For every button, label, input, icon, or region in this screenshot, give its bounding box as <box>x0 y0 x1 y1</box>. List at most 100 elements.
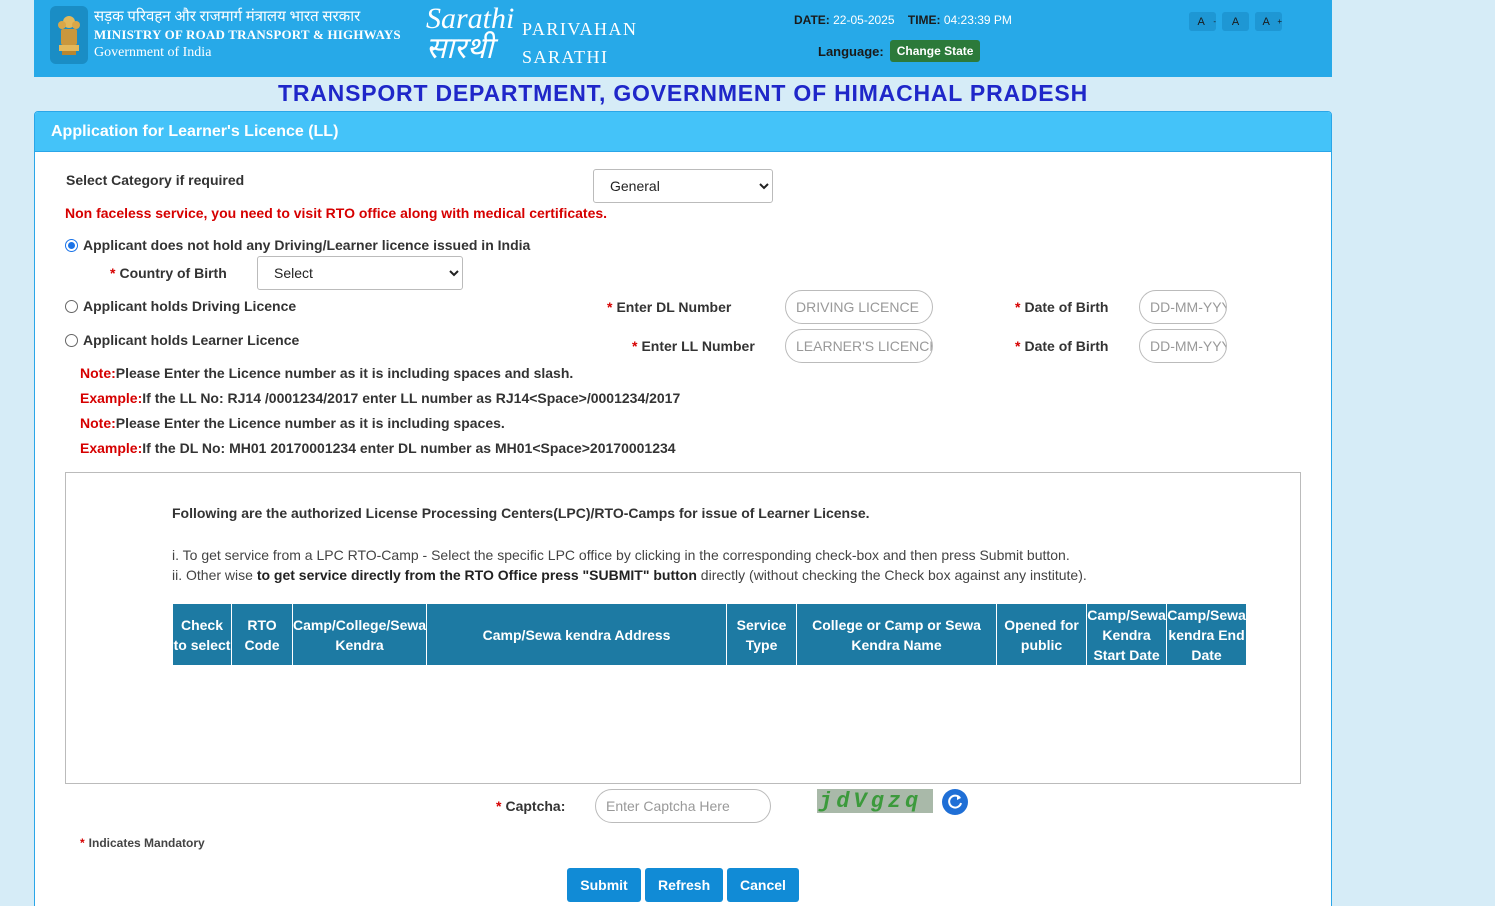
required-mark: * <box>632 338 638 354</box>
cancel-button[interactable]: Cancel <box>727 868 799 902</box>
lpc-table: Check to select RTO Code Camp/College/Se… <box>172 603 1248 666</box>
language-label: Language: <box>818 43 884 59</box>
option-holds-dl-label: Applicant holds Driving Licence <box>83 298 297 314</box>
refresh-captcha-icon[interactable] <box>942 789 968 815</box>
captcha-image: jdVgzq <box>817 789 933 814</box>
required-mark: * <box>496 798 502 814</box>
option-holds-ll[interactable]: Applicant holds Learner Licence <box>65 332 299 348</box>
radio-holds-ll[interactable] <box>65 333 78 347</box>
lpc-table-header-row: Check to select RTO Code Camp/College/Se… <box>172 603 1248 666</box>
note-tag: Example: <box>80 440 143 456</box>
country-of-birth-label: * Country of Birth <box>110 265 227 281</box>
col-kendra-name: College or Camp or Sewa Kendra Name <box>796 603 998 666</box>
faceless-warning: Non faceless service, you need to visit … <box>65 205 608 221</box>
note-line: Example:If the LL No: RJ14 /0001234/2017… <box>80 390 680 406</box>
note-line: Note:Please Enter the Licence number as … <box>80 365 573 381</box>
site-header: सड़क परिवहन और राजमार्ग मंत्रालय भारत सर… <box>34 0 1332 77</box>
language-bar: Language: Change State <box>818 40 981 62</box>
mandatory-note-text: Indicates Mandatory <box>88 836 205 850</box>
captcha-label-text: Captcha: <box>505 798 566 814</box>
national-emblem-icon <box>50 6 88 64</box>
ll-number-text: Enter LL Number <box>641 338 755 354</box>
lpc-instruction-2-prefix: ii. Other wise <box>172 567 257 583</box>
sarathi-logo-hindi: सारथी <box>426 32 494 65</box>
department-title: TRANSPORT DEPARTMENT, GOVERNMENT OF HIMA… <box>278 80 1088 106</box>
captcha-input[interactable]: Enter Captcha Here <box>595 789 771 823</box>
col-start-date: Camp/Sewa Kendra Start Date <box>1086 603 1168 666</box>
time-value: 04:23:39 PM <box>943 13 1012 27</box>
note-text: If the DL No: MH01 20170001234 enter DL … <box>142 440 676 456</box>
dl-dob-text: Date of Birth <box>1024 299 1109 315</box>
radio-holds-dl[interactable] <box>65 299 78 313</box>
refresh-button[interactable]: Refresh <box>645 868 723 902</box>
required-mark: * <box>1015 338 1021 354</box>
lpc-instructions: i. To get service from a LPC RTO-Camp - … <box>172 545 1087 585</box>
note-tag: Note: <box>80 415 116 431</box>
category-select[interactable]: General <box>593 169 773 203</box>
option-no-licence-label: Applicant does not hold any Driving/Lear… <box>83 237 531 253</box>
lpc-instruction-2-suffix: directly (without checking the Check box… <box>696 567 1087 583</box>
lpc-instruction-2-bold: to get service directly from the RTO Off… <box>256 567 697 583</box>
ll-dob-text: Date of Birth <box>1024 338 1109 354</box>
country-of-birth-text: Country of Birth <box>119 265 227 281</box>
ministry-english: MINISTRY OF ROAD TRANSPORT & HIGHWAYS <box>94 27 401 42</box>
font-increase-button[interactable]: A + <box>1255 12 1282 31</box>
note-tag: Note: <box>80 365 116 381</box>
col-check: Check to select <box>172 603 232 666</box>
font-normal-button[interactable]: A <box>1222 12 1249 31</box>
option-holds-ll-label: Applicant holds Learner Licence <box>83 332 300 348</box>
ministry-hindi: सड़क परिवहन और राजमार्ग मंत्रालय भारत सर… <box>94 9 361 25</box>
dl-dob-input[interactable]: DD-MM-YYYY <box>1139 290 1227 324</box>
font-increase-sign: + <box>1277 17 1282 26</box>
ministry-name: सड़क परिवहन और राजमार्ग मंत्रालय भारत सर… <box>94 8 401 62</box>
ll-number-label: * Enter LL Number <box>632 338 755 354</box>
col-opened-public: Opened for public <box>996 603 1088 666</box>
lpc-title: Following are the authorized License Pro… <box>172 505 870 521</box>
ll-dob-label: * Date of Birth <box>1015 338 1108 354</box>
submit-button[interactable]: Submit <box>567 868 641 902</box>
country-of-birth-select[interactable]: Select <box>257 256 463 290</box>
date-label: DATE: <box>794 13 830 27</box>
col-address: Camp/Sewa kendra Address <box>426 603 728 666</box>
font-decrease-label: A <box>1189 12 1214 31</box>
col-end-date: Camp/Sewa kendra End Date <box>1166 603 1248 666</box>
note-tag: Example: <box>80 390 143 406</box>
col-service-type: Service Type <box>726 603 798 666</box>
note-text: If the LL No: RJ14 /0001234/2017 enter L… <box>142 390 681 406</box>
date-time: DATE: 22-05-2025 TIME: 04:23:39 PM <box>794 13 1012 27</box>
ll-number-input[interactable]: LEARNER'S LICENCE <box>785 329 933 363</box>
change-state-button[interactable]: Change State <box>889 40 981 62</box>
note-text: Please Enter the Licence number as it is… <box>115 415 505 431</box>
note-line: Example:If the DL No: MH01 20170001234 e… <box>80 440 676 456</box>
dl-number-text: Enter DL Number <box>616 299 732 315</box>
radio-no-licence[interactable] <box>65 238 78 252</box>
mandatory-note: * Indicates Mandatory <box>80 836 205 850</box>
required-mark: * <box>607 299 613 315</box>
dl-number-label: * Enter DL Number <box>607 299 731 315</box>
font-decrease-sign: - <box>1213 17 1216 26</box>
sarathi-logo: Sarathi सारथी <box>426 4 518 68</box>
font-increase-label: A <box>1255 12 1278 31</box>
app-name: PARIVAHAN SARATHI <box>522 15 638 71</box>
option-no-licence[interactable]: Applicant does not hold any Driving/Lear… <box>65 237 530 253</box>
category-label: Select Category if required <box>66 172 245 188</box>
required-mark: * <box>1015 299 1021 315</box>
form-actions: Submit Refresh Cancel <box>567 868 799 902</box>
government-of-india: Government of India <box>94 45 212 60</box>
required-mark: * <box>80 836 85 850</box>
sarathi-logo-english: Sarathi <box>426 2 515 35</box>
dl-number-input[interactable]: DRIVING LICENCE <box>785 290 933 324</box>
lpc-section: Following are the authorized License Pro… <box>65 472 1301 784</box>
lpc-instruction-1: i. To get service from a LPC RTO-Camp - … <box>172 547 1070 563</box>
font-decrease-button[interactable]: A- <box>1189 12 1216 31</box>
col-camp-college: Camp/College/Sewa Kendra <box>291 603 428 666</box>
font-size-controls: A- A A + <box>1189 12 1282 31</box>
app-name-line2: SARATHI <box>522 47 609 67</box>
ll-dob-input[interactable]: DD-MM-YYYY <box>1139 329 1227 363</box>
note-line: Note:Please Enter the Licence number as … <box>80 415 505 431</box>
panel-title: Application for Learner's Licence (LL) <box>35 112 1331 152</box>
lpc-instruction-2: ii. Other wise to get service directly f… <box>172 565 1087 585</box>
application-panel: Application for Learner's Licence (LL) S… <box>34 111 1332 906</box>
option-holds-dl[interactable]: Applicant holds Driving Licence <box>65 298 296 314</box>
note-text: Please Enter the Licence number as it is… <box>115 365 574 381</box>
